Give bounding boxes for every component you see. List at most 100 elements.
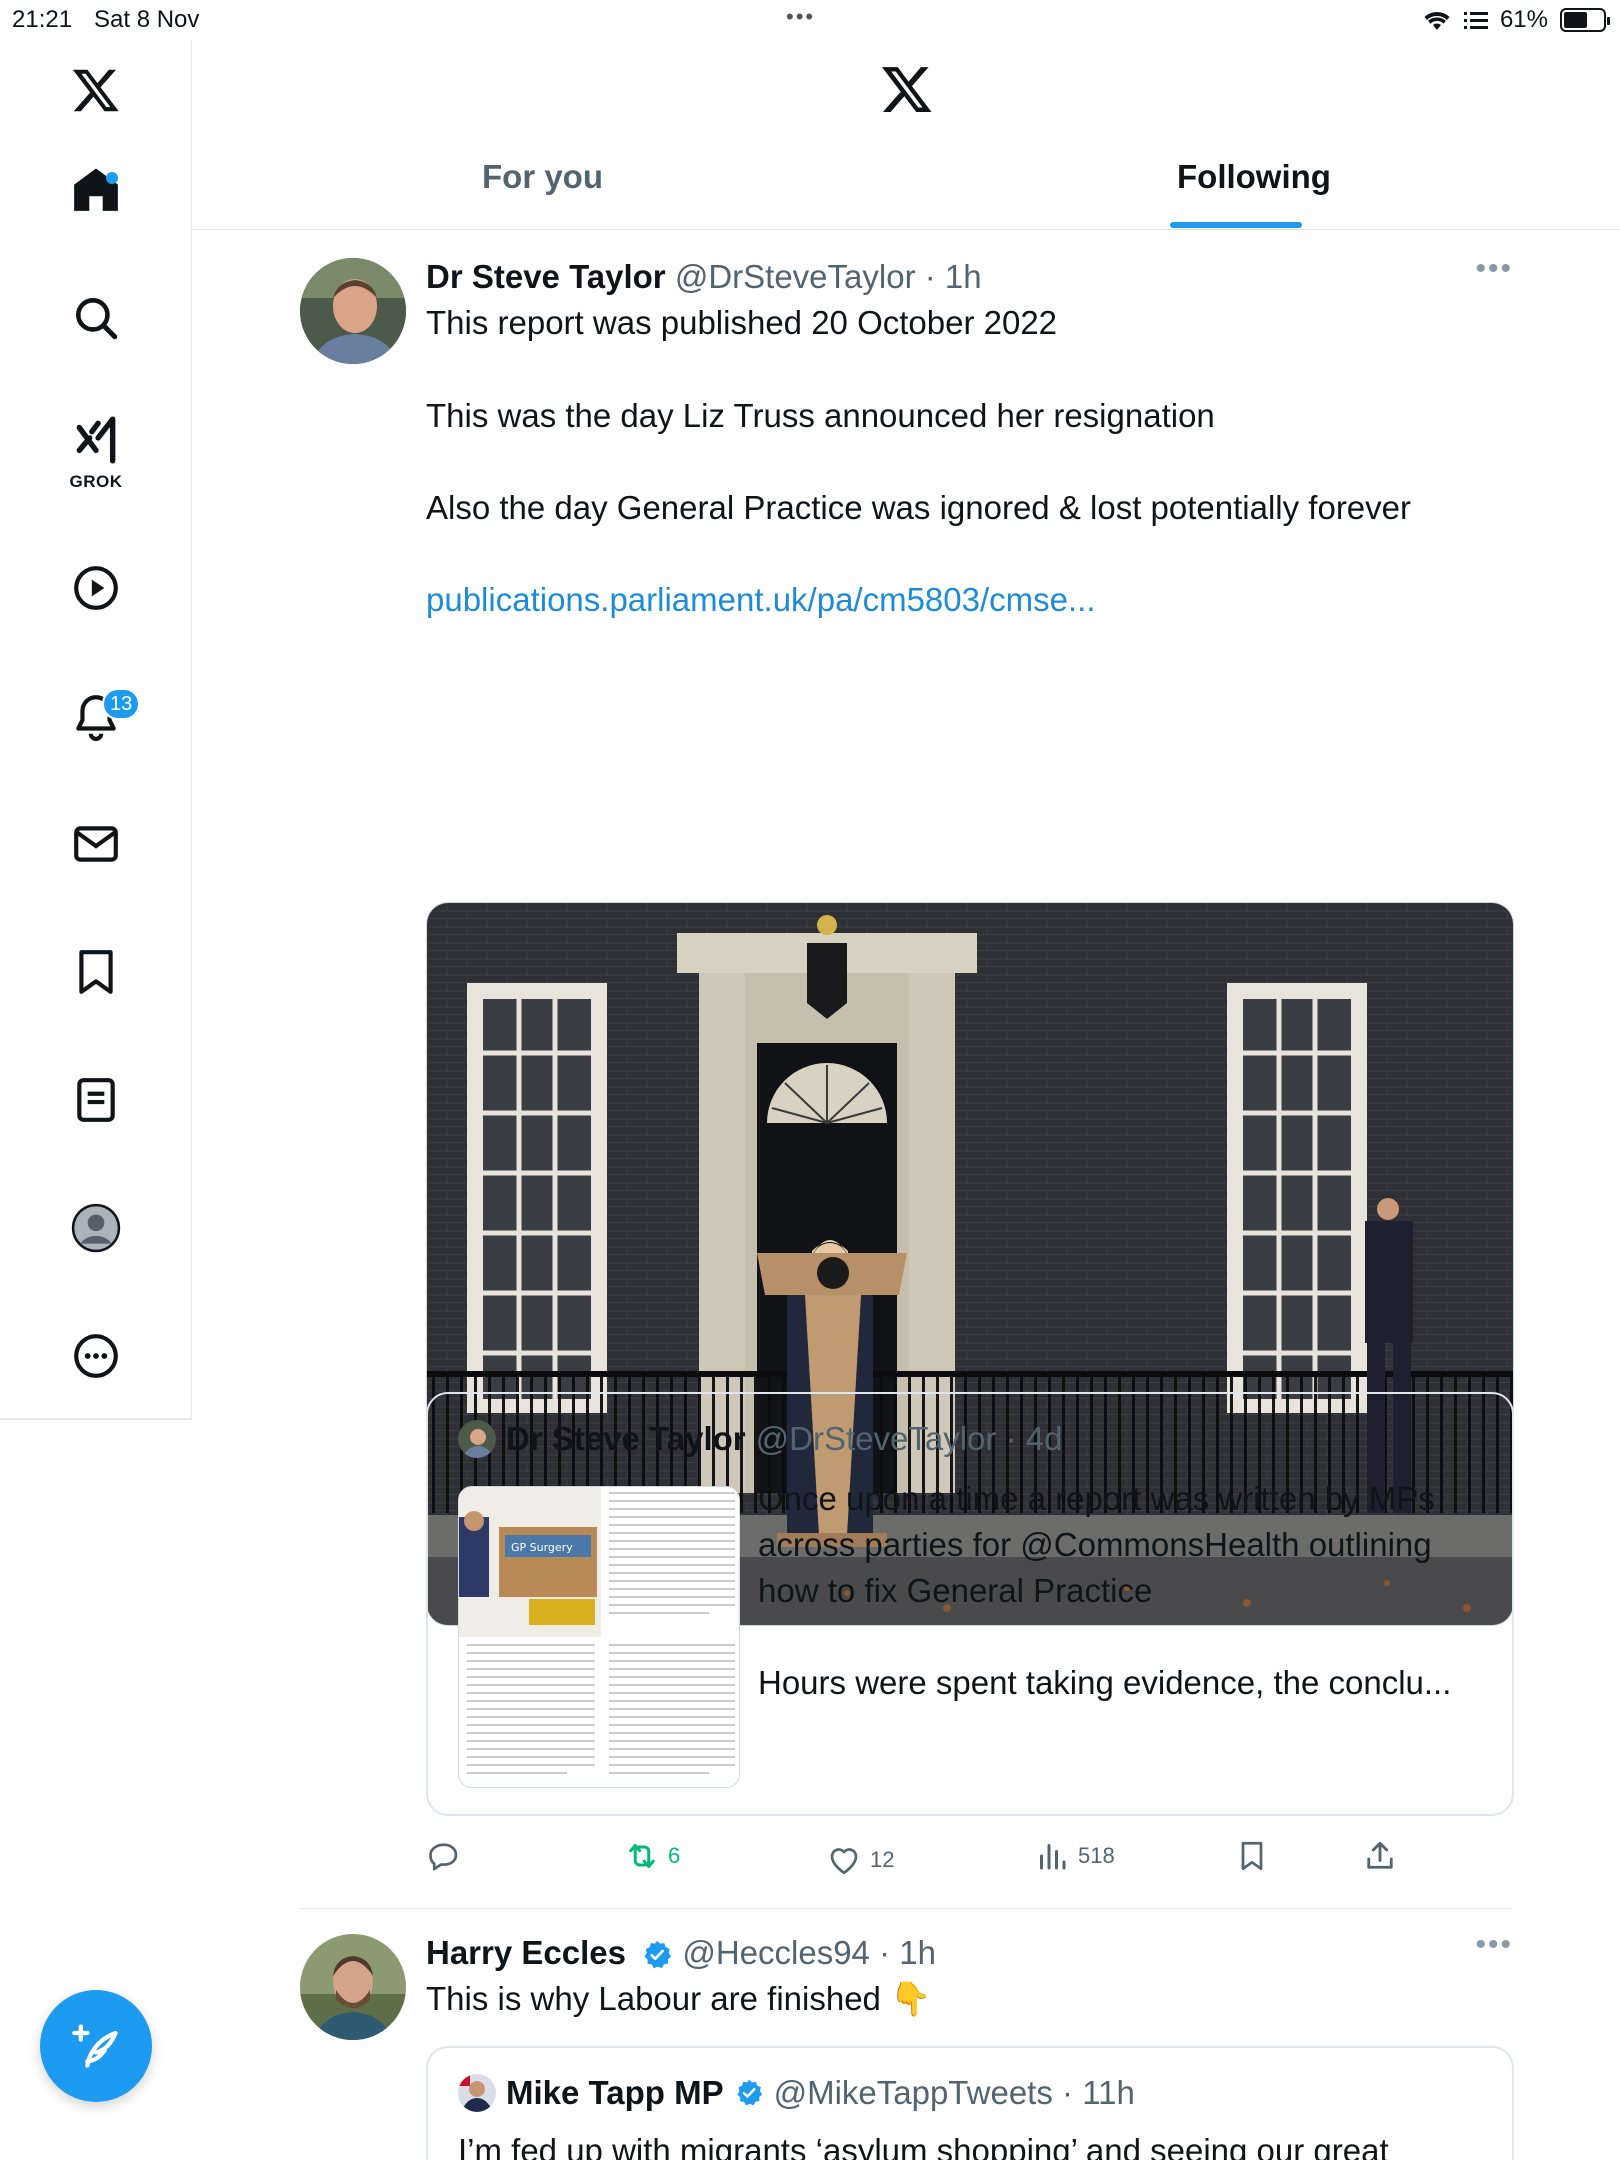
- focus-list-icon: [1463, 12, 1488, 29]
- reply-icon: [429, 1843, 458, 1871]
- quoted-author-handle[interactable]: @MikeTappTweets: [774, 2074, 1053, 2111]
- profile-avatar-icon: [71, 1203, 121, 1253]
- tweet-separator: [300, 1908, 1513, 1909]
- sidebar-item-video[interactable]: [0, 538, 192, 638]
- quoted-tweet-header: Dr Steve Taylor @DrSteveTaylor · 4d: [458, 1420, 1062, 1458]
- report-page-image: GP Surgery: [459, 1487, 739, 1787]
- quoted-handle-time: @MikeTappTweets · 11h: [773, 2074, 1135, 2111]
- compose-button[interactable]: [40, 1990, 152, 2102]
- quoted-time[interactable]: 4d: [1026, 1420, 1063, 1457]
- status-right: 61%: [1422, 6, 1610, 34]
- tweet-text-line: This was the day Liz Truss announced her…: [426, 397, 1215, 434]
- battery-percent: 61%: [1499, 6, 1548, 33]
- sidebar-divider: [0, 1418, 192, 1420]
- retweet-count: 6: [668, 1843, 681, 1868]
- sidebar-item-grok[interactable]: GROK: [0, 396, 192, 506]
- quoted-tweet[interactable]: Dr Steve Taylor @DrSteveTaylor · 4d GP S…: [426, 1392, 1514, 1816]
- reply-button[interactable]: [426, 1838, 470, 1874]
- tweet[interactable]: Dr Steve Taylor @DrSteveTaylor · 1h ••• …: [300, 252, 1514, 1908]
- retweet-button[interactable]: 6: [624, 1838, 680, 1874]
- quoted-text-line: how to fix General Practice: [758, 1572, 1153, 1609]
- author-name[interactable]: Dr Steve Taylor: [426, 258, 666, 295]
- more-icon: [74, 1334, 118, 1378]
- tweet-header: Dr Steve Taylor @DrSteveTaylor · 1h: [426, 258, 982, 296]
- avatar[interactable]: [300, 258, 406, 364]
- tweet-actions: 6 12 518: [426, 1838, 1514, 1888]
- quoted-avatar[interactable]: [458, 2074, 496, 2112]
- home-unread-dot: [106, 172, 118, 184]
- sidebar-item-home[interactable]: [0, 140, 192, 240]
- tweet-link[interactable]: publications.parliament.uk/pa/cm5803/cms…: [426, 577, 1096, 623]
- dot-separator: ·: [915, 258, 945, 295]
- sidebar-item-lists[interactable]: [0, 1050, 192, 1150]
- quoted-text-line: I’m fed up with migrants ‘asylum shoppin…: [458, 2132, 1389, 2160]
- bookmark-button[interactable]: [1234, 1838, 1270, 1874]
- tab-active-indicator: [1170, 222, 1302, 228]
- tweet-time[interactable]: 1h: [899, 1934, 936, 1971]
- quoted-time[interactable]: 11h: [1082, 2074, 1135, 2111]
- more-options-icon[interactable]: •••: [1475, 252, 1513, 286]
- avatar-photo: [300, 258, 406, 364]
- grok-label: GROK: [69, 472, 123, 491]
- author-handle[interactable]: @Heccles94: [682, 1934, 870, 1971]
- quoted-avatar[interactable]: [458, 1420, 496, 1458]
- bookmark-icon: [1241, 1841, 1263, 1871]
- battery-fill: [1564, 12, 1587, 28]
- quoted-tweet[interactable]: Mike Tapp MP @MikeTappTweets · 11h I’m f…: [426, 2046, 1514, 2160]
- notifications-badge: 13: [102, 688, 141, 720]
- x-logo-icon: [882, 67, 932, 112]
- retweet-icon: [629, 1844, 655, 1868]
- like-count: 12: [870, 1847, 895, 1872]
- sidebar-item-bookmarks[interactable]: [0, 922, 192, 1022]
- sidebar: GROK 13: [0, 40, 192, 1420]
- quoted-author-name[interactable]: Dr Steve Taylor: [506, 1420, 746, 1458]
- heart-icon: [830, 1848, 858, 1875]
- sidebar-item-messages[interactable]: [0, 794, 192, 894]
- tweet-text-line: Also the day General Practice was ignore…: [426, 489, 1412, 526]
- wifi-icon: [1424, 11, 1450, 30]
- multitasking-dots-icon[interactable]: •••: [786, 4, 815, 30]
- quoted-text-line: Hours were spent taking evidence, the co…: [758, 1664, 1452, 1701]
- quoted-text-line: across parties for @CommonsHealth outlin…: [758, 1526, 1432, 1563]
- grok-icon: [76, 416, 116, 464]
- avatar-photo: [300, 1934, 406, 2040]
- compose-feather-icon: [72, 2024, 118, 2068]
- quoted-handle-time: @DrSteveTaylor · 4d: [755, 1420, 1063, 1457]
- tweet-text-line: This is why Labour are finished 👇: [426, 1980, 932, 2017]
- like-button[interactable]: 12: [826, 1842, 894, 1878]
- sidebar-item-more[interactable]: [0, 1306, 192, 1406]
- video-icon: [74, 566, 118, 610]
- header-x-logo[interactable]: [880, 62, 934, 121]
- tweet[interactable]: Harry Eccles @Heccles94 · 1h ••• This is…: [300, 1928, 1514, 2160]
- sidebar-item-profile[interactable]: [0, 1178, 192, 1278]
- quoted-author-handle[interactable]: @DrSteveTaylor: [756, 1420, 997, 1457]
- tab-following[interactable]: Following: [1177, 158, 1331, 196]
- bookmarks-icon: [79, 950, 113, 994]
- tweet-time[interactable]: 1h: [945, 258, 982, 295]
- status-date: Sat 8 Nov: [94, 6, 200, 33]
- quoted-avatar-photo: [458, 1420, 496, 1458]
- sidebar-item-search[interactable]: [0, 268, 192, 368]
- views-chart-icon: [1040, 1844, 1066, 1870]
- sidebar-item-x-logo[interactable]: [0, 40, 192, 140]
- quoted-tweet-header: Mike Tapp MP @MikeTappTweets · 11h: [458, 2074, 1135, 2112]
- status-time: 21:21: [12, 6, 73, 33]
- quoted-media-thumbnail[interactable]: GP Surgery: [458, 1486, 740, 1788]
- avatar[interactable]: [300, 1934, 406, 2040]
- svg-text:GP Surgery: GP Surgery: [511, 1541, 573, 1554]
- quoted-author-name[interactable]: Mike Tapp MP: [506, 2074, 724, 2112]
- battery-icon: [1560, 8, 1610, 32]
- views-button[interactable]: 518: [1034, 1838, 1115, 1874]
- status-bar: 21:21 Sat 8 Nov ••• 61%: [0, 0, 1620, 40]
- author-handle[interactable]: @DrSteveTaylor: [675, 258, 916, 295]
- tab-for-you[interactable]: For you: [482, 158, 603, 196]
- verified-badge-icon: [736, 2079, 762, 2106]
- tweet-text-line: This report was published 20 October 202…: [426, 304, 1058, 341]
- share-button[interactable]: [1362, 1838, 1398, 1874]
- author-name[interactable]: Harry Eccles: [426, 1934, 626, 1971]
- lists-icon: [77, 1078, 115, 1122]
- timeline-header: For you Following: [192, 40, 1620, 230]
- sidebar-item-notifications[interactable]: 13: [0, 666, 192, 766]
- more-options-icon[interactable]: •••: [1475, 1928, 1513, 1962]
- messages-icon: [74, 826, 118, 862]
